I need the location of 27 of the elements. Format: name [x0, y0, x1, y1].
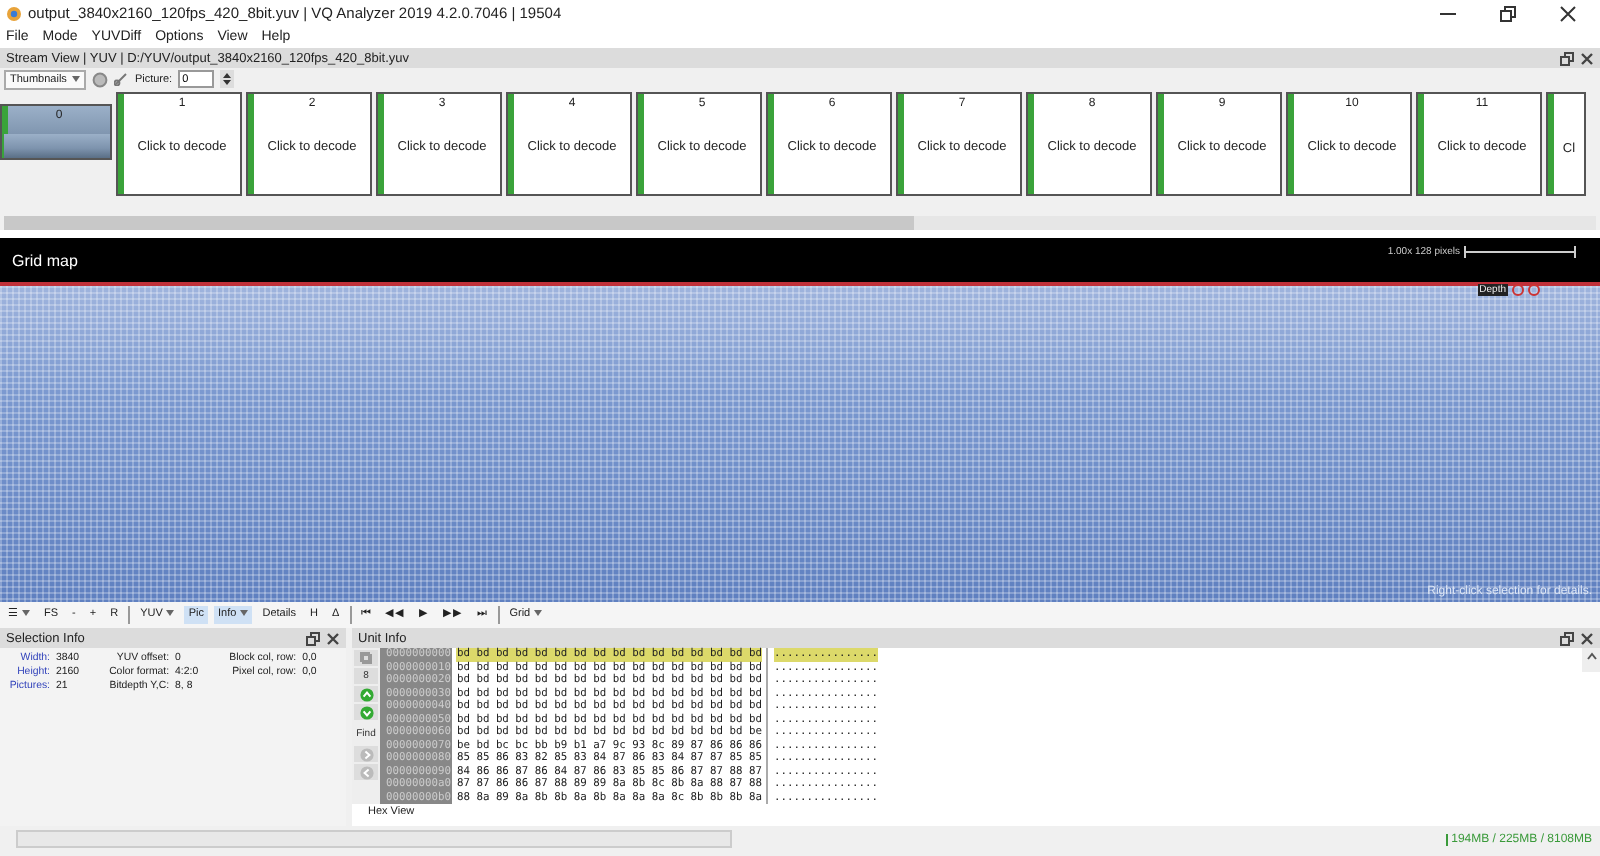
link-icon	[114, 72, 129, 86]
photo-placeholder	[3, 134, 110, 158]
left-arrow-icon	[359, 765, 373, 779]
copy-icon	[360, 652, 372, 664]
grid-map-title: Grid map	[12, 251, 78, 269]
undock-icon[interactable]	[306, 631, 320, 645]
scrollbar[interactable]	[1582, 648, 1600, 672]
up-arrow-icon	[359, 687, 373, 701]
undock-icon[interactable]	[1560, 631, 1574, 645]
spinner-icon[interactable]	[220, 70, 235, 88]
close-icon[interactable]	[1580, 51, 1594, 65]
up-button[interactable]	[354, 686, 378, 702]
close-icon[interactable]	[1560, 5, 1576, 21]
undock-icon[interactable]	[1560, 51, 1574, 65]
right-arrow-icon	[359, 747, 373, 761]
plus-icon[interactable]	[1528, 284, 1540, 296]
maximize-icon[interactable]	[1500, 5, 1516, 21]
refresh-icon	[92, 71, 109, 87]
scrollbar[interactable]	[4, 216, 1596, 230]
minus-icon[interactable]	[1512, 284, 1524, 296]
close-icon[interactable]	[1580, 631, 1594, 645]
down-button[interactable]	[354, 704, 378, 720]
close-icon[interactable]	[326, 631, 340, 645]
scale-bar-icon	[1464, 246, 1576, 258]
app-icon	[6, 5, 22, 21]
scroll-up-icon	[1585, 652, 1597, 660]
down-arrow-icon	[359, 705, 373, 719]
